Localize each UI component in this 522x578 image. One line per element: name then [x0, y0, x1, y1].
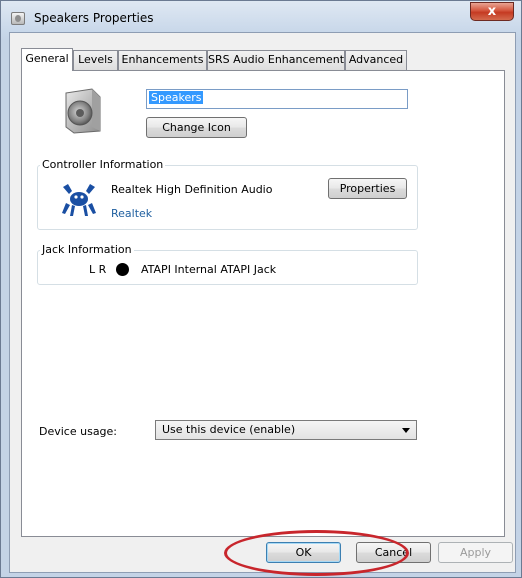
change-icon-label: Change Icon — [162, 121, 231, 134]
tab-label: General — [25, 52, 69, 65]
controller-properties-label: Properties — [339, 182, 396, 195]
device-usage-selected-value: Use this device (enable) — [162, 423, 296, 436]
controller-information-legend: Controller Information — [40, 158, 166, 171]
controller-vendor-link[interactable]: Realtek — [111, 207, 152, 220]
close-button[interactable]: x — [470, 2, 514, 21]
device-usage-label: Device usage: — [39, 425, 118, 438]
realtek-crab-icon — [62, 184, 96, 216]
tab-srs-audio-enhancement[interactable]: SRS Audio Enhancement — [207, 50, 345, 70]
tab-label: Enhancements — [121, 53, 204, 66]
highlight-annotation-ellipse — [224, 530, 409, 576]
controller-name: Realtek High Definition Audio — [111, 183, 273, 196]
apply-button[interactable]: Apply — [438, 542, 513, 563]
dropdown-arrow-icon[interactable] — [402, 428, 410, 433]
tab-label: Advanced — [348, 53, 404, 66]
change-icon-button[interactable]: Change Icon — [146, 117, 247, 138]
speaker-app-icon — [11, 12, 25, 25]
tab-general[interactable]: General — [21, 48, 73, 71]
tab-levels[interactable]: Levels — [73, 50, 118, 70]
tab-label: Levels — [78, 53, 113, 66]
controller-properties-button[interactable]: Properties — [328, 178, 407, 199]
device-usage-dropdown[interactable]: Use this device (enable) — [155, 420, 417, 440]
window-title: Speakers Properties — [34, 11, 154, 25]
general-tab-panel — [21, 70, 505, 537]
speaker-device-icon — [65, 88, 101, 134]
jack-channels: L R — [89, 263, 107, 276]
device-name-input[interactable]: Speakers — [146, 89, 408, 109]
title-bar[interactable]: Speakers Properties x — [1, 1, 521, 33]
tab-enhancements[interactable]: Enhancements — [118, 50, 207, 70]
jack-information-legend: Jack Information — [40, 243, 134, 256]
tab-advanced[interactable]: Advanced — [345, 50, 407, 70]
jack-description: ATAPI Internal ATAPI Jack — [141, 263, 277, 276]
tab-label: SRS Audio Enhancement — [208, 53, 345, 66]
jack-color-indicator — [116, 263, 129, 276]
device-name-selected-text: Speakers — [149, 91, 204, 104]
apply-label: Apply — [459, 546, 492, 559]
